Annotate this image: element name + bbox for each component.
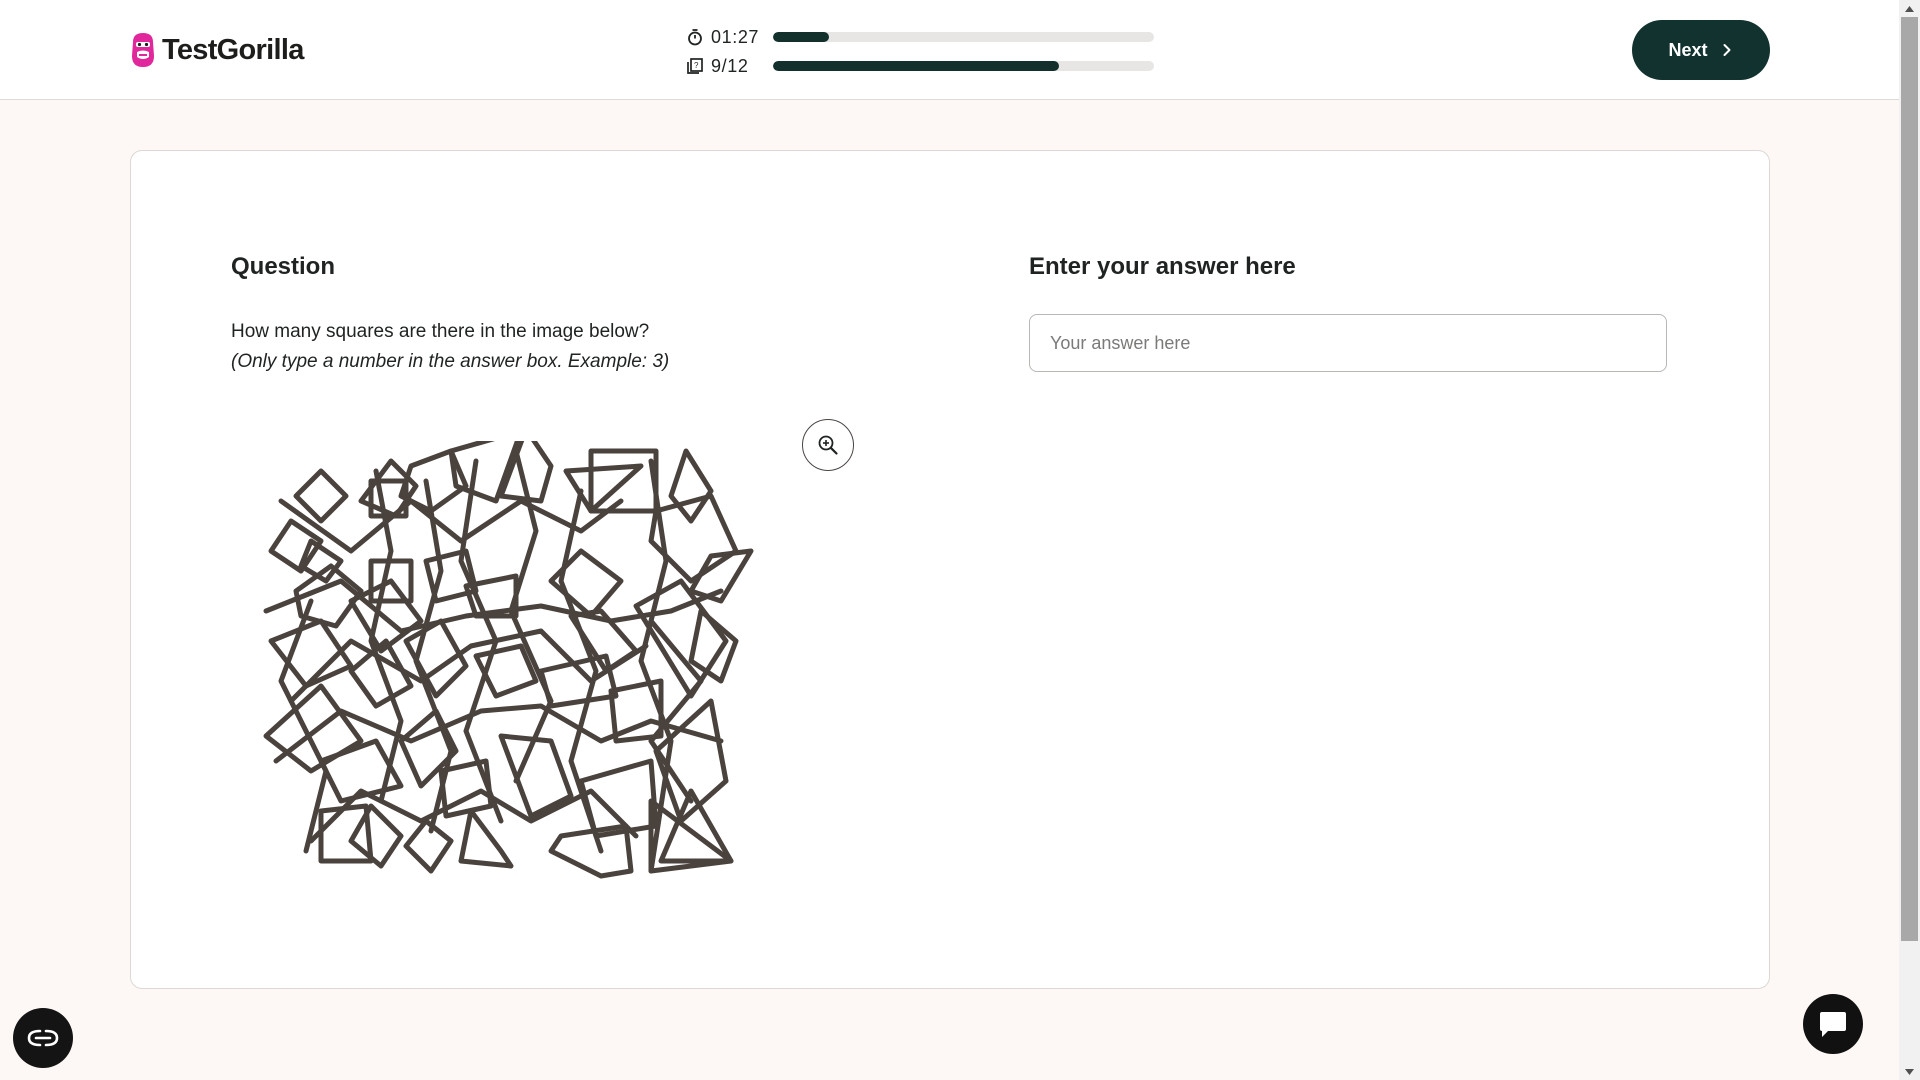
svg-text:?: ?	[694, 61, 699, 70]
question-card: Question How many squares are there in t…	[130, 150, 1770, 989]
question-progress-bar	[773, 61, 1154, 71]
question-heading: Question	[231, 253, 336, 280]
top-bar: TestGorilla 01:27 ? 9/12 Next	[0, 0, 1899, 100]
question-count-text: 9/12	[711, 55, 749, 76]
answer-heading: Enter your answer here	[1029, 253, 1296, 280]
chat-button[interactable]	[1803, 994, 1863, 1054]
chat-icon	[1820, 1012, 1846, 1037]
question-hint: (Only type a number in the answer box. E…	[231, 351, 670, 372]
question-progress-fill	[773, 61, 1059, 71]
scroll-up-arrow-icon[interactable]	[1899, 0, 1920, 17]
next-button-label: Next	[1668, 39, 1708, 60]
timer-bar	[773, 32, 1154, 42]
zoom-image-button[interactable]	[802, 419, 854, 471]
zoom-in-icon	[818, 435, 838, 455]
scrollbar-thumb[interactable]	[1901, 17, 1918, 941]
page-scrollbar[interactable]	[1899, 0, 1920, 1080]
squares-puzzle-image	[263, 441, 754, 879]
timer-text: 01:27	[711, 26, 760, 47]
question-progress-row: ? 9/12	[686, 54, 1154, 78]
next-button[interactable]: Next	[1632, 20, 1770, 80]
accessibility-icon	[27, 1029, 59, 1047]
question-prompt: How many squares are there in the image …	[231, 321, 650, 342]
timer-row: 01:27	[686, 25, 1154, 49]
scroll-down-arrow-icon[interactable]	[1899, 1063, 1920, 1080]
answer-input[interactable]	[1029, 314, 1667, 372]
gorilla-logo-icon	[132, 33, 154, 67]
question-text: How many squares are there in the image …	[231, 317, 669, 377]
questions-icon: ?	[687, 58, 703, 74]
timer-bar-fill	[773, 32, 829, 42]
testgorilla-logo[interactable]: TestGorilla	[129, 30, 304, 70]
accessibility-button[interactable]	[13, 1008, 73, 1068]
chevron-right-icon	[1723, 44, 1730, 56]
brand-name: TestGorilla	[162, 33, 304, 66]
stopwatch-icon	[688, 29, 702, 46]
